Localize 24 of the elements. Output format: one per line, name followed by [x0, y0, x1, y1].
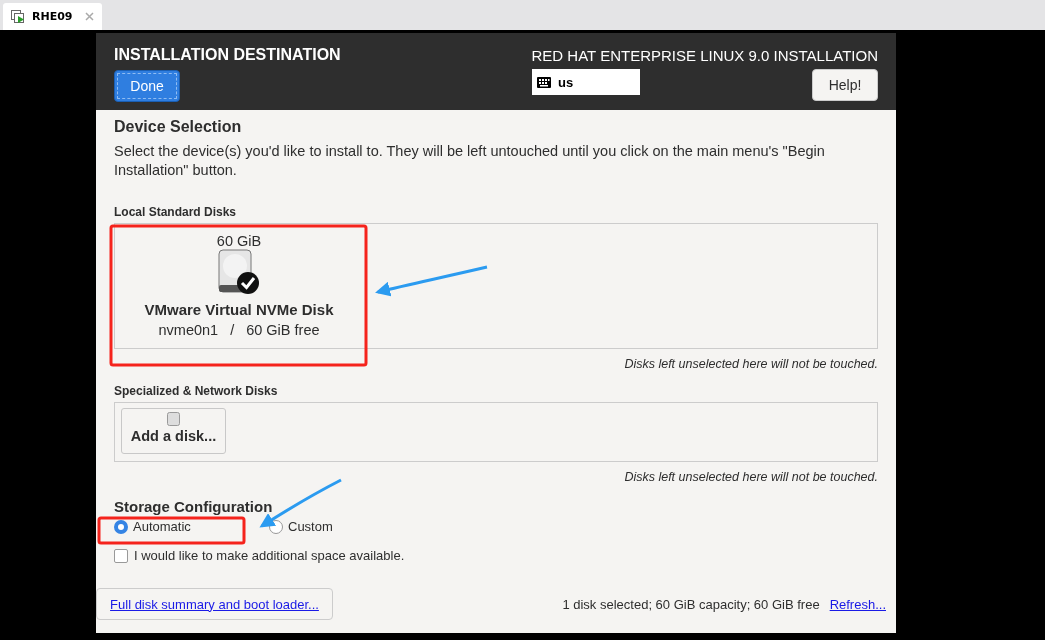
vm-tab[interactable]: RHE09 — [3, 3, 102, 30]
spoke-title: INSTALLATION DESTINATION — [114, 46, 341, 64]
section-heading: Storage Configuration — [114, 498, 274, 515]
additional-space-checkbox[interactable]: I would like to make additional space available. — [114, 548, 878, 563]
group-heading: Specialized & Network Disks — [114, 384, 279, 398]
group-heading: Local Standard Disks — [114, 205, 238, 219]
disk-tile[interactable]: 60 GiB VMware Virtual NVMe Disk nvme0n1 / 60 GiB free — [119, 228, 359, 344]
help-button[interactable]: Help! — [812, 69, 878, 101]
section-heading: Device Selection — [114, 118, 243, 136]
keyboard-icon — [537, 76, 551, 88]
add-disk-button[interactable]: Add a disk... — [121, 408, 226, 454]
description-text: Select the device(s) you'd like to install to. They will be left untouched until you click on the main menu's "Begin Installation" button. — [114, 142, 826, 180]
vm-icon — [11, 9, 26, 24]
radio-option[interactable]: Custom — [269, 519, 424, 534]
done-button[interactable]: Done — [114, 70, 180, 102]
refresh-link[interactable]: Refresh... — [829, 596, 886, 612]
status-text: 1 disk selected; 60 GiB capacity; 60 GiB free — [562, 596, 820, 612]
keyboard-layout-indicator[interactable]: us — [532, 69, 640, 95]
hint-text: Disks left unselected here will not be touched. — [624, 357, 878, 371]
hint-text: Disks left unselected here will not be touched. — [624, 470, 878, 484]
disk-summary-link[interactable]: Full disk summary and boot loader... — [96, 588, 333, 620]
radio-option[interactable]: Automatic — [114, 519, 269, 534]
close-icon[interactable] — [84, 12, 94, 21]
product-title: RED HAT ENTERPRISE LINUX 9.0 INSTALLATION — [531, 47, 878, 64]
